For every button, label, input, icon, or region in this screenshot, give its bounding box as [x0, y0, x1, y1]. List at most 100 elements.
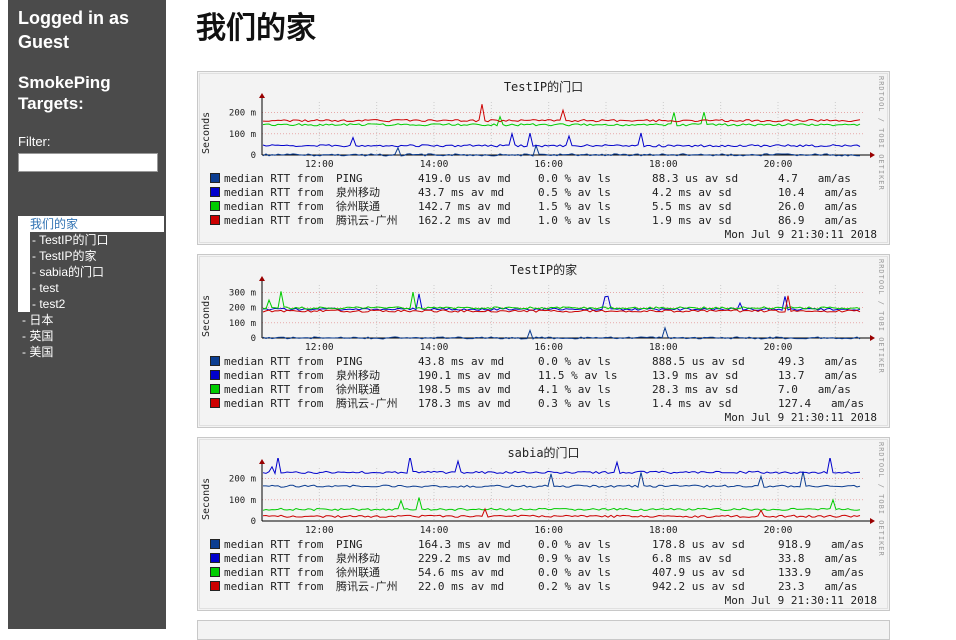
sidebar: Logged in as Guest SmokePing Targets: Fi… [8, 0, 166, 629]
legend-sd: 1.4 ms av sd [652, 397, 732, 410]
legend-loss: 4.1 % av ls [538, 383, 611, 396]
y-tick-label: 0 [251, 517, 256, 527]
x-tick-label: 14:00 [420, 342, 449, 353]
x-axis-arrow [870, 335, 875, 341]
y-tick-label: 100 m [229, 319, 256, 329]
legend-sd: 5.5 ms av sd [652, 200, 732, 213]
y-axis-label-text: Seconds [201, 477, 212, 520]
legend-row: median RTT from PING 164.3 ms av md 0.0 % a… [210, 538, 880, 552]
legend-median: 22.0 ms av md [418, 580, 505, 593]
x-tick-label: 12:00 [305, 342, 334, 353]
legend-amas: 33.8 am/as [778, 552, 858, 565]
series-line [262, 104, 861, 123]
y-axis-label: Seconds [199, 295, 213, 337]
legend-row: median RTT from 腾讯云-广州 22.0 ms av md 0.2 % … [210, 580, 880, 594]
nav-item-8[interactable]: - 美国 [18, 344, 164, 360]
legend-amas: 10.4 am/as [778, 186, 858, 199]
legend-prefix: median RTT from [224, 580, 324, 593]
x-tick-label: 12:00 [305, 525, 334, 536]
nav-children: - TestIP的门口 - TestIP的家 - sabia的门口 - test - t… [18, 232, 124, 312]
legend-sd: 942.2 us av sd [652, 580, 745, 593]
legend-swatch [210, 539, 220, 549]
legend-source: 泉州移动 [336, 552, 380, 565]
page-title: 我们的家 [196, 12, 316, 45]
legend-source: PING [336, 172, 363, 185]
graph-legend: median RTT from PING 164.3 ms av md 0.0 % a… [210, 538, 880, 594]
legend-source: 泉州移动 [336, 369, 380, 382]
latency-plot: 300 m 200 m 100 m 0 12:00 14:00 16:00 18:00 20:0… [229, 276, 875, 353]
legend-swatch [210, 356, 220, 366]
legend-median: 54.6 ms av md [418, 566, 505, 579]
legend-source: 腾讯云-广州 [336, 214, 398, 227]
x-tick-label: 14:00 [420, 525, 449, 536]
nav-item-7[interactable]: - 英国 [18, 328, 164, 344]
legend-sd: 888.5 us av sd [652, 355, 745, 368]
y-axis-label: Seconds [199, 478, 213, 520]
y-tick-label: 0 [251, 334, 256, 344]
y-tick-label: 200 m [229, 304, 256, 314]
legend-row: median RTT from PING 419.0 us av md 0.0 % a… [210, 172, 880, 186]
legend-source: 泉州移动 [336, 186, 380, 199]
legend-sd: 407.9 us av sd [652, 566, 745, 579]
legend-median: 198.5 ms av md [418, 383, 511, 396]
graph-panel[interactable]: TestIP的门口 Seconds RRDTOOL / TOBI OETIKER 20… [197, 71, 890, 245]
legend-prefix: median RTT from [224, 383, 324, 396]
legend-loss: 1.5 % av ls [538, 200, 611, 213]
series-line [262, 458, 861, 476]
x-tick-label: 16:00 [534, 525, 563, 536]
x-tick-label: 18:00 [649, 159, 678, 170]
legend-loss: 0.0 % av ls [538, 355, 611, 368]
series-line [262, 497, 861, 512]
legend-sd: 4.2 ms av sd [652, 186, 732, 199]
nav-item-2[interactable]: - TestIP的家 [30, 248, 124, 264]
legend-amas: 23.3 am/as [778, 580, 858, 593]
series-line [262, 131, 861, 148]
y-tick-label: 0 [251, 151, 256, 161]
target-nav: 我们的家 - TestIP的门口 - TestIP的家 - sabia的门口 - tes… [18, 216, 164, 360]
legend-swatch [210, 384, 220, 394]
nav-item-5[interactable]: - test2 [30, 296, 124, 312]
legend-loss: 0.0 % av ls [538, 538, 611, 551]
nav-item-0[interactable]: 我们的家 [18, 216, 164, 232]
legend-sd: 28.3 ms av sd [652, 383, 739, 396]
legend-amas: 4.7 am/as [778, 172, 851, 185]
legend-prefix: median RTT from [224, 172, 324, 185]
y-tick-label: 200 m [229, 109, 256, 119]
legend-amas: 7.0 am/as [778, 383, 851, 396]
legend-amas: 127.4 am/as [778, 397, 865, 410]
legend-row: median RTT from 徐州联通 54.6 ms av md 0.0 % av… [210, 566, 880, 580]
legend-loss: 0.0 % av ls [538, 566, 611, 579]
legend-loss: 0.3 % av ls [538, 397, 611, 410]
legend-row: median RTT from 泉州移动 43.7 ms av md 0.5 % av… [210, 186, 880, 200]
legend-prefix: median RTT from [224, 369, 324, 382]
graph-panel[interactable]: TestIP的家 Seconds RRDTOOL / TOBI OETIKER 300… [197, 254, 890, 428]
legend-row: median RTT from 泉州移动 190.1 ms av md 11.5 % … [210, 369, 880, 383]
graph-timestamp: Mon Jul 9 21:30:11 2018 [724, 228, 877, 241]
legend-prefix: median RTT from [224, 397, 324, 410]
graph-panel-partial [197, 620, 890, 640]
targets-heading: SmokePing Targets: [18, 73, 111, 113]
y-axis-label: Seconds [199, 112, 213, 154]
legend-median: 229.2 ms av md [418, 552, 511, 565]
nav-item-3[interactable]: - sabia的门口 [30, 264, 124, 280]
legend-sd: 6.8 ms av sd [652, 552, 732, 565]
legend-swatch [210, 398, 220, 408]
y-axis-label-text: Seconds [201, 294, 212, 337]
legend-prefix: median RTT from [224, 566, 324, 579]
nav-item-6[interactable]: - 日本 [18, 312, 164, 328]
legend-swatch [210, 370, 220, 380]
series-line [262, 326, 861, 340]
legend-median: 164.3 ms av md [418, 538, 511, 551]
filter-input[interactable] [18, 153, 158, 172]
nav-item-4[interactable]: - test [30, 280, 124, 296]
nav-item-1[interactable]: - TestIP的门口 [30, 232, 124, 248]
legend-swatch [210, 201, 220, 211]
legend-amas: 13.7 am/as [778, 369, 858, 382]
legend-amas: 918.9 am/as [778, 538, 865, 551]
series-line [263, 471, 861, 489]
graph-timestamp: Mon Jul 9 21:30:11 2018 [724, 411, 877, 424]
y-axis-label-text: Seconds [201, 111, 212, 154]
graph-legend: median RTT from PING 43.8 ms av md 0.0 % av… [210, 355, 880, 411]
legend-prefix: median RTT from [224, 186, 324, 199]
graph-panel[interactable]: sabia的门口 Seconds RRDTOOL / TOBI OETIKER 200… [197, 437, 890, 611]
